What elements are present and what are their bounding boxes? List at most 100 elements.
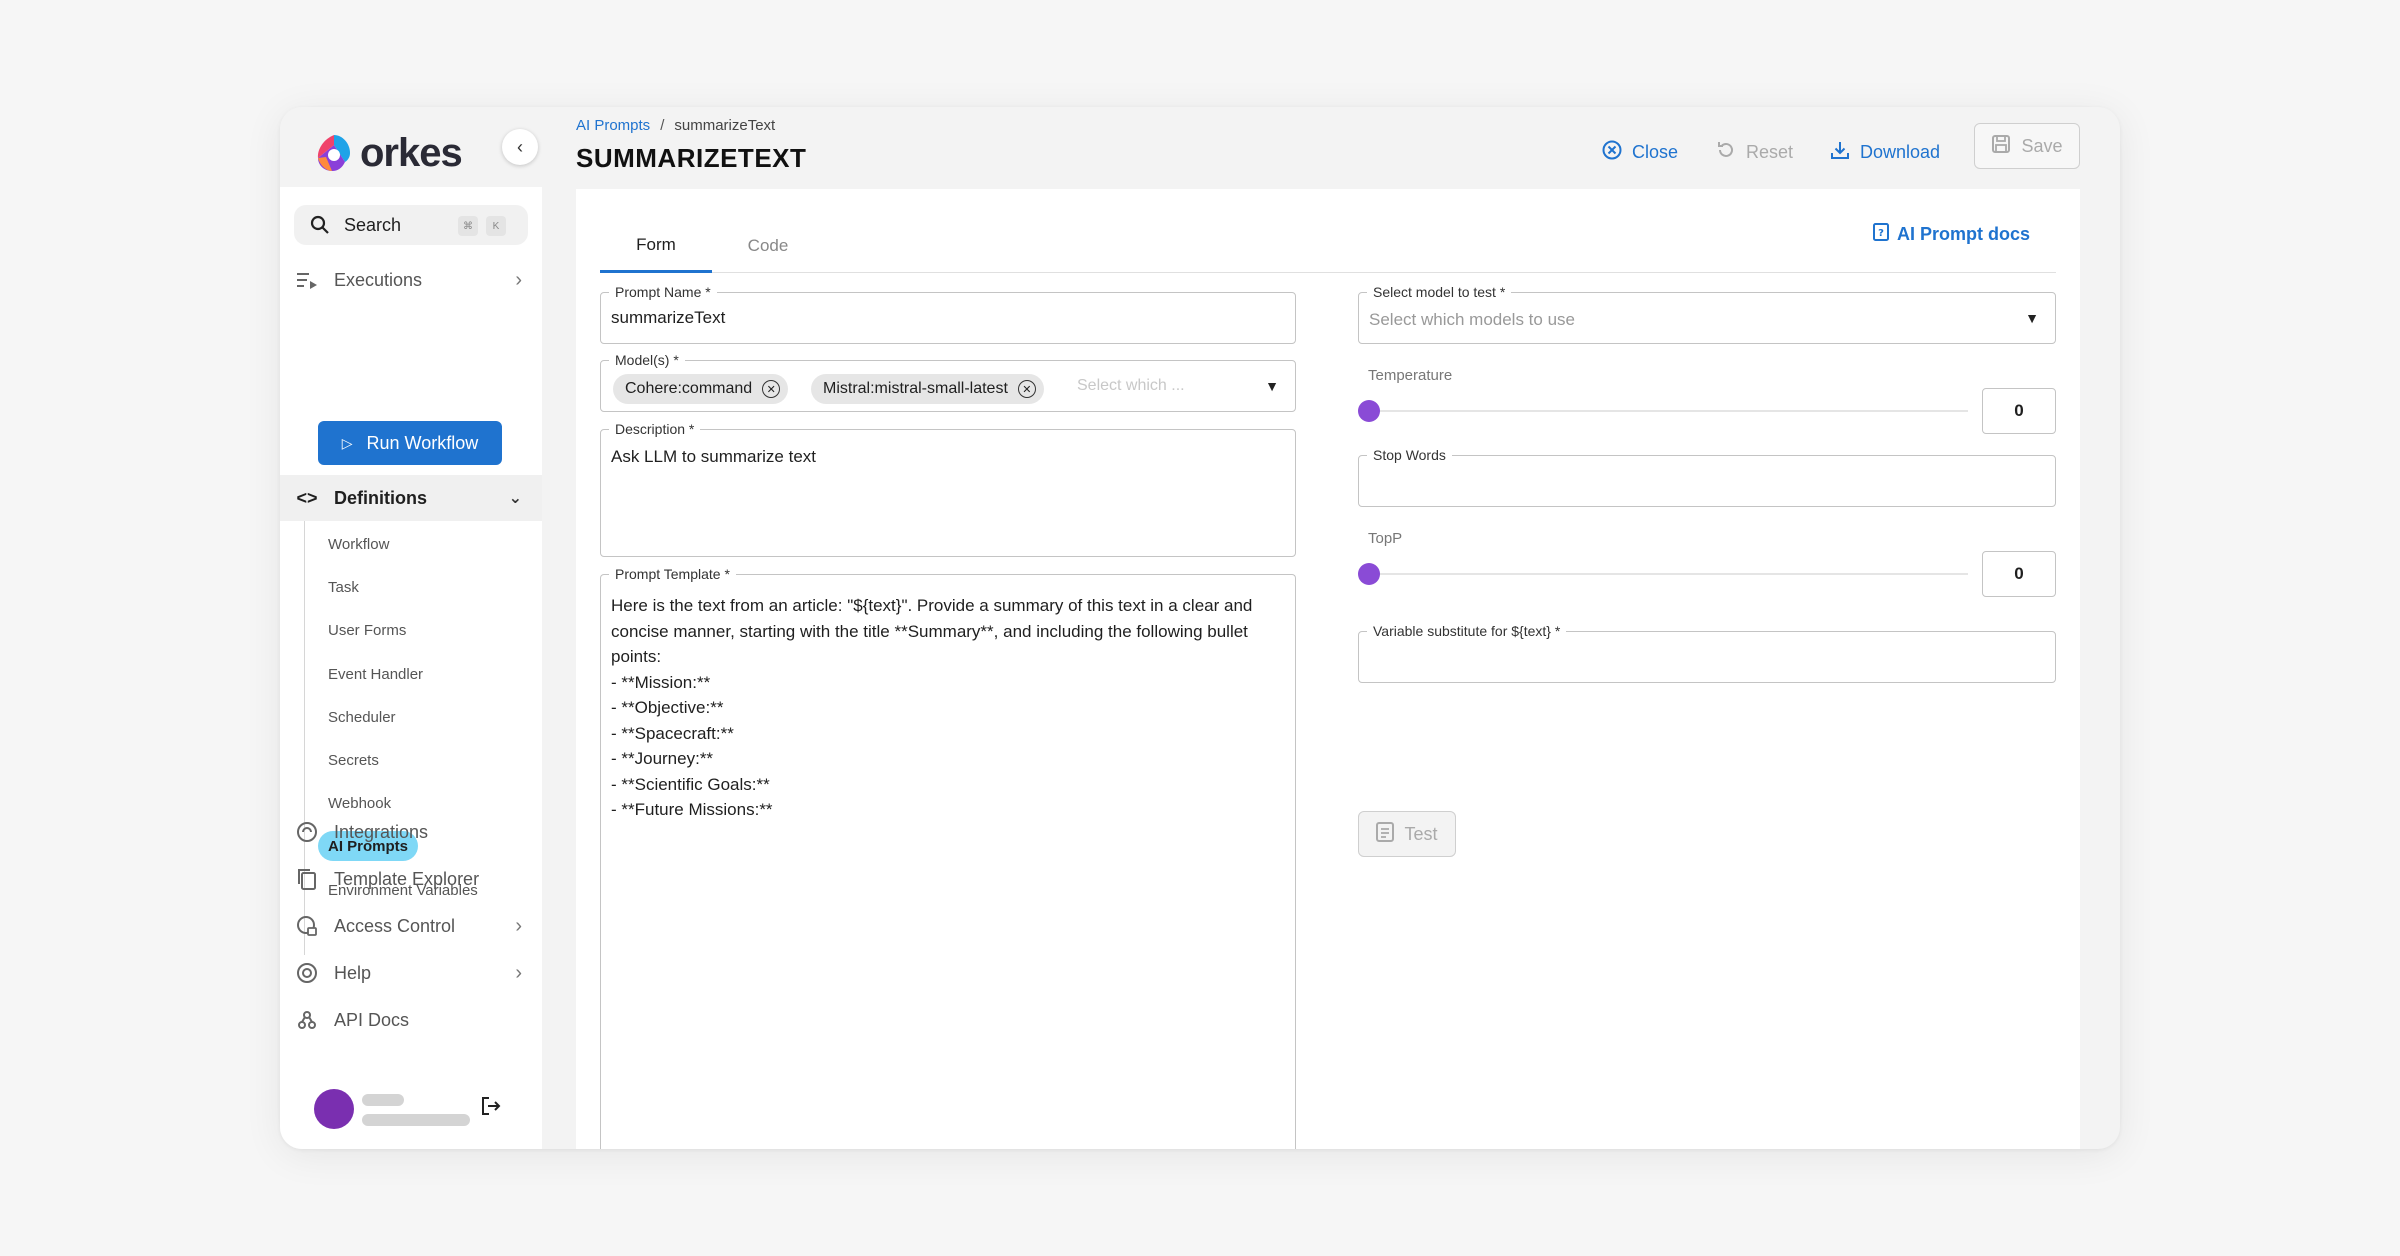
temperature-slider-track[interactable] [1368,410,1968,412]
code-icon: <> [296,487,318,508]
test-label: Test [1404,823,1438,844]
sidebar-panel: Search ⌘ K Executions › ▷ Run Workflow <… [280,187,542,1149]
tab-form[interactable]: Form [600,219,712,273]
sidebar-item-executions[interactable]: Executions › [280,257,542,303]
remove-chip-icon[interactable]: ✕ [1017,380,1036,398]
reset-button[interactable]: Reset [1716,135,1793,169]
temperature-slider-thumb[interactable] [1358,400,1380,422]
models-select[interactable]: Model(s) * Cohere:command ✕ Mistral:mist… [600,351,1296,412]
sidebar-item-help[interactable]: Help › [280,950,542,996]
sidebar-item-label: Definitions [334,487,427,508]
topp-slider-track[interactable] [1368,573,1968,575]
editor-tabs: Form Code [600,219,2056,273]
model-test-placeholder: Select which models to use [1369,310,1575,329]
save-label: Save [2021,135,2063,156]
avatar[interactable] [314,1089,354,1129]
svg-text:?: ? [1878,228,1884,239]
app-window: orkes ‹ Search ⌘ K Executions › ▷ Run Wo… [280,107,2120,1149]
sidebar-item-label: Help [334,962,372,983]
variable-text-field[interactable]: Variable substitute for ${text} * [1358,622,2056,683]
save-icon [1991,134,2011,159]
breadcrumb-link-ai-prompts[interactable]: AI Prompts [576,117,650,134]
run-workflow-button[interactable]: ▷ Run Workflow [318,421,502,465]
tab-code[interactable]: Code [712,219,824,273]
sidebar-item-label: Integrations [334,821,429,842]
run-workflow-label: Run Workflow [366,432,479,453]
access-control-icon [294,913,320,939]
prompt-template-field[interactable]: Prompt Template * Here is the text from … [600,565,1296,1149]
download-label: Download [1860,141,1941,162]
shortcut-cmd-key: ⌘ [458,216,478,236]
stop-words-label: Stop Words [1367,446,1452,464]
play-icon: ▷ [341,434,353,451]
brand-name: orkes [360,130,463,175]
stop-words-field[interactable]: Stop Words [1358,446,2056,507]
sidebar-item-label: Template Explorer [334,868,480,889]
remove-chip-icon[interactable]: ✕ [762,380,781,398]
chevron-right-icon: › [515,268,522,291]
prompt-template-value: Here is the text from an article: "${tex… [611,596,1253,819]
close-label: Close [1632,141,1679,162]
prompt-name-value: summarizeText [611,308,726,327]
close-button[interactable]: Close [1602,135,1678,169]
sidebar-item-integrations[interactable]: Integrations [280,809,542,855]
chevron-right-icon: › [515,961,522,984]
description-value: Ask LLM to summarize text [611,447,817,466]
copy-icon [294,866,320,892]
search-box[interactable]: Search ⌘ K [294,205,528,245]
model-chip: Mistral:mistral-small-latest ✕ [811,374,1044,404]
user-email-placeholder [362,1114,470,1126]
save-button[interactable]: Save [1974,123,2080,169]
sidebar-item-workflow[interactable]: Workflow [318,529,399,559]
ai-prompt-docs-link[interactable]: ? AI Prompt docs [1872,223,2030,246]
model-chip-label: Cohere:command [625,380,753,397]
topp-slider-thumb[interactable] [1358,563,1380,585]
integrations-icon [294,819,320,845]
temperature-label: Temperature [1368,367,1453,384]
models-placeholder: Select which ... [1077,377,1185,394]
logout-icon[interactable] [480,1095,502,1123]
variable-text-label: Variable substitute for ${text} * [1367,622,1567,640]
topp-label: TopP [1368,530,1403,547]
chevron-down-icon: ⌄ [508,490,522,507]
search-icon [310,215,329,234]
breadcrumb-separator: / [660,117,665,134]
sidebar-item-secrets[interactable]: Secrets [318,745,389,775]
test-button[interactable]: Test [1358,811,1456,857]
topp-input[interactable]: 0 [1982,551,2056,597]
prompt-name-field[interactable]: Prompt Name * summarizeText [600,283,1296,344]
collapse-sidebar-button[interactable]: ‹ [502,129,538,165]
sidebar-item-event-handler[interactable]: Event Handler [318,659,433,689]
dropdown-caret-icon[interactable]: ▼ [1265,378,1279,394]
chevron-left-icon: ‹ [517,136,523,157]
sidebar-item-definitions[interactable]: <> Definitions ⌄ [280,475,542,521]
description-field[interactable]: Description * Ask LLM to summarize text [600,420,1296,557]
brand-logo[interactable]: orkes [312,125,463,181]
sidebar-item-api-docs[interactable]: API Docs [280,997,542,1043]
model-test-label: Select model to test * [1367,283,1512,301]
user-name-placeholder [362,1094,404,1106]
webhook-icon [294,1007,320,1033]
model-chip: Cohere:command ✕ [613,374,789,404]
breadcrumb-current: summarizeText [674,117,776,134]
model-test-select[interactable]: Select model to test * Select which mode… [1358,283,2056,344]
sidebar-item-access-control[interactable]: Access Control › [280,903,542,949]
model-chip-label: Mistral:mistral-small-latest [823,380,1008,397]
docs-icon: ? [1872,223,1889,246]
temperature-input[interactable]: 0 [1982,388,2056,434]
page-title: SUMMARIZETEXT [576,143,807,173]
sidebar-item-scheduler[interactable]: Scheduler [318,702,406,732]
download-button[interactable]: Download [1830,135,1940,169]
prompt-template-label: Prompt Template * [609,565,736,583]
sidebar-item-task[interactable]: Task [318,572,369,602]
sidebar-item-label: Access Control [334,915,456,936]
test-icon [1376,821,1395,847]
docs-link-label: AI Prompt docs [1896,224,2030,244]
prompt-name-label: Prompt Name * [609,283,717,301]
sidebar-item-template-explorer[interactable]: Template Explorer [280,856,542,902]
close-circle-icon [1602,140,1622,165]
sidebar-item-user-forms[interactable]: User Forms [318,615,416,645]
description-label: Description * [609,420,701,438]
shortcut-k-key: K [486,216,506,236]
dropdown-caret-icon[interactable]: ▼ [2025,310,2039,326]
